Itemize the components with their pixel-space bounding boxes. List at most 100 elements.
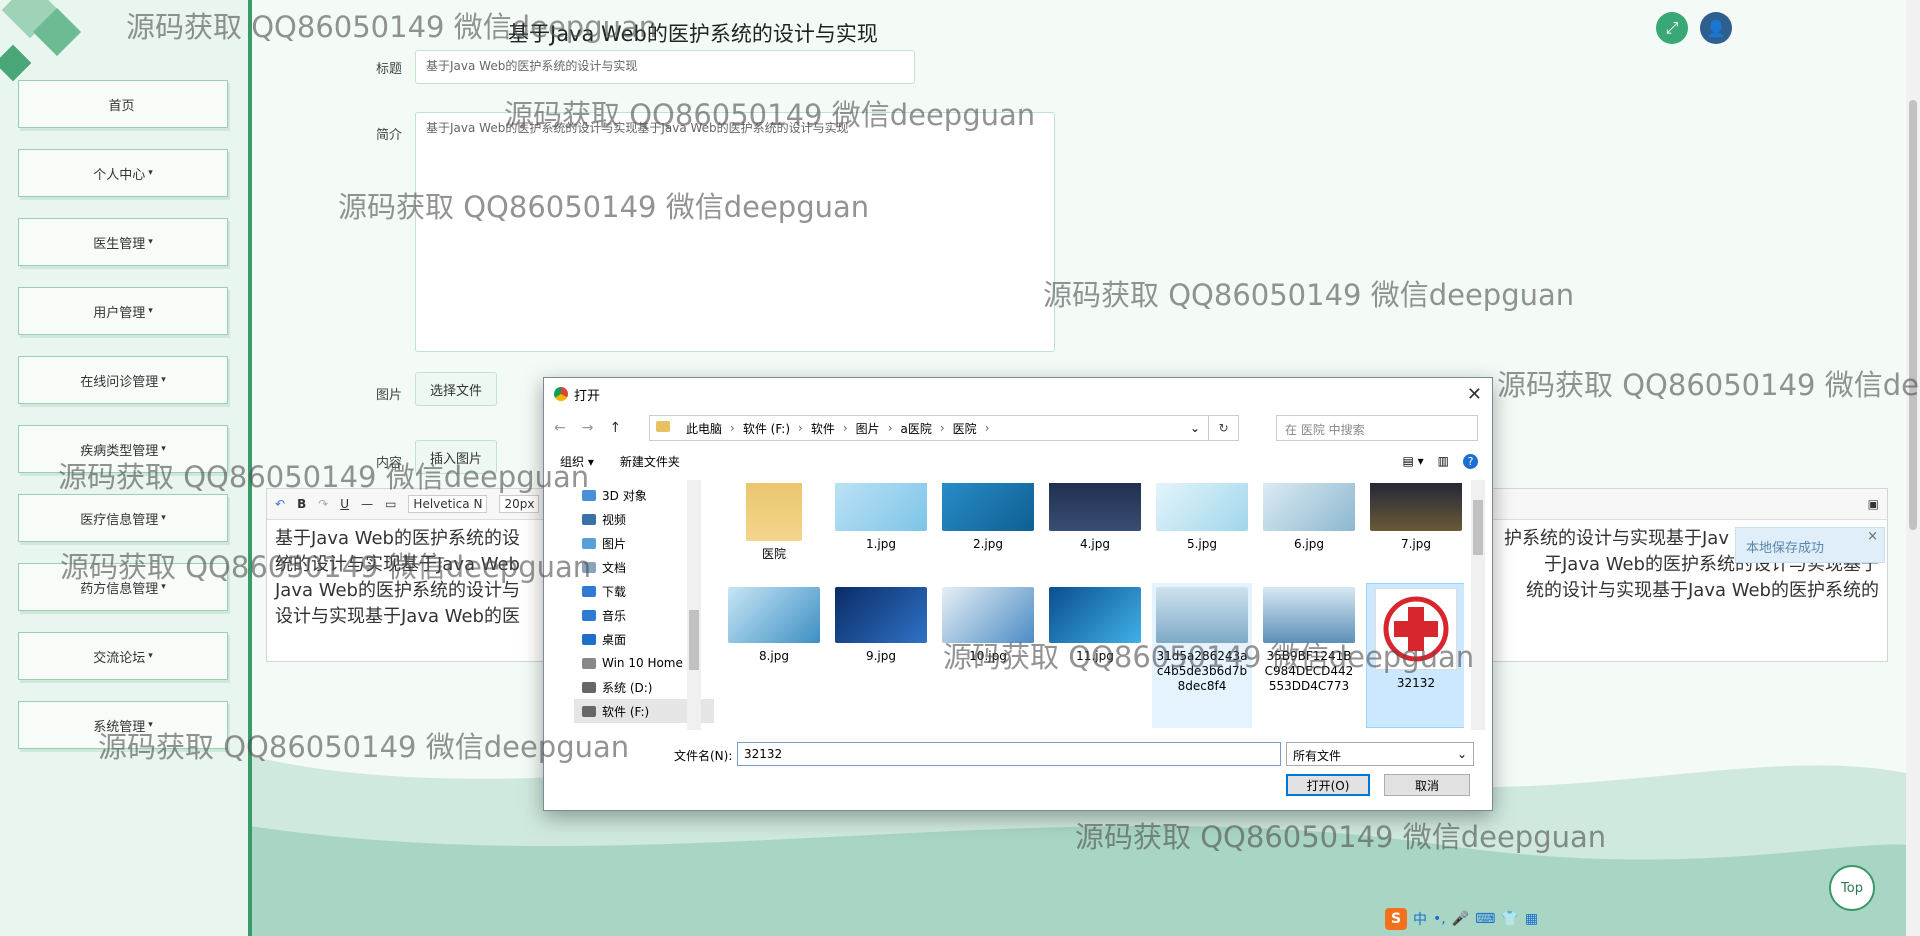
breadcrumb-item[interactable]: 软件 [811,420,835,437]
sidebar-item-label: 药方信息管理 [80,581,159,597]
file-item[interactable]: 8.jpg [724,583,824,728]
file-item[interactable]: 31d5a286243ac4b5de3b6d7b8dec8f4 [1152,583,1252,728]
back-icon[interactable]: ← [554,420,566,436]
sidebar-item[interactable]: 医疗信息管理 ▾ [18,494,228,542]
breadcrumb-item[interactable]: 此电脑 [686,420,722,437]
file-name: 5.jpg [1186,537,1218,551]
file-name: 32132 [1396,676,1436,690]
file-item[interactable]: 6.jpg [1259,483,1359,575]
files-scrollbar[interactable] [1471,480,1485,730]
file-item[interactable]: 9.jpg [831,583,931,728]
file-item[interactable]: 10.jpg [938,583,1038,728]
file-item[interactable]: 35B9BF1241BC984DECD442553DD4C773 [1259,583,1359,728]
sogou-icon[interactable]: S [1385,908,1407,930]
new-folder-button[interactable]: 新建文件夹 [620,453,680,470]
organize-menu[interactable]: 组织 ▾ [560,453,594,470]
mic-icon[interactable]: 🎤 [1452,911,1469,927]
intro-textarea[interactable]: 基于Java Web的医护系统的设计与实现基于Java Web的医护系统的设计与… [415,112,1055,352]
editor-line: 统的设计与实现基于Java Web的医护系统的 [1526,580,1879,601]
file-item[interactable]: 11.jpg [1045,583,1145,728]
breadcrumb-separator-icon[interactable]: › [888,421,893,435]
ime-toolbar[interactable]: S 中 •, 🎤 ⌨ 👕 ▦ [1385,906,1538,932]
punctuation-icon[interactable]: •, [1433,911,1446,927]
preview-pane-icon[interactable]: ▥ [1438,454,1449,469]
file-item[interactable]: 2.jpg [938,483,1038,575]
insert-image-button[interactable]: 插入图片 [415,440,497,474]
folder-item[interactable]: 医院 [724,483,824,575]
sidebar-item[interactable]: 药方信息管理 ▾ [18,563,228,611]
undo-icon[interactable]: ↶ [275,497,285,511]
sidebar-item[interactable]: 系统管理 ▾ [18,701,228,749]
breadcrumb-separator-icon[interactable]: › [843,421,848,435]
sidebar-item[interactable]: 交流论坛 ▾ [18,632,228,680]
breadcrumb-separator-icon[interactable]: › [985,421,990,435]
toast-text: 本地保存成功 [1746,541,1825,556]
file-item[interactable]: 5.jpg [1152,483,1252,575]
breadcrumb-item[interactable]: a医院 [901,420,932,437]
breadcrumb-item[interactable]: 图片 [856,420,880,437]
image-thumbnail [1370,483,1462,531]
image-thumbnail [1049,587,1141,643]
cancel-button[interactable]: 取消 [1384,774,1470,796]
file-name: 11.jpg [1076,649,1114,663]
search-input[interactable]: 在 医院 中搜索 [1276,415,1478,441]
format-icon[interactable]: ▭ [385,497,396,511]
font-select[interactable]: Helvetica N [408,495,488,513]
sidebar-item[interactable]: 在线问诊管理 ▾ [18,356,228,404]
breadcrumb-separator-icon[interactable]: › [730,421,735,435]
image-label: 图片 [376,388,403,403]
fullscreen-icon[interactable]: ⤢ [1656,12,1688,44]
file-grid: 医院 1.jpg 2.jpg 4.jpg 5.jpg 6.jpg 7.jpg 8.jpg 9.j… [724,483,1464,728]
folder-icon [582,705,596,717]
breadcrumb-item[interactable]: 医院 [953,420,977,437]
underline-icon[interactable]: U [340,497,349,511]
address-bar[interactable]: 此电脑 › 软件 (F:) › 软件 › 图片 › a医院 › 医院 › ⌄ [649,415,1209,441]
help-icon[interactable]: ? [1463,453,1478,469]
bold-icon[interactable]: B [297,497,306,511]
sidebar-item[interactable]: 首页 [18,80,228,128]
filename-input[interactable]: 32132 [737,742,1281,766]
file-item[interactable]: 7.jpg [1366,483,1464,575]
breadcrumb-separator-icon[interactable]: › [940,421,945,435]
caret-down-icon: ▾ [148,237,153,247]
source-icon[interactable]: ▣ [1868,497,1879,511]
breadcrumb-separator-icon[interactable]: › [798,421,803,435]
sidebar-item[interactable]: 用户管理 ▾ [18,287,228,335]
address-dropdown-icon[interactable]: ⌄ [1190,421,1200,435]
up-icon[interactable]: ↑ [609,420,621,436]
breadcrumb-item[interactable]: 软件 (F:) [743,420,790,437]
watermark: 源码获取 QQ86050149 微信deepguan [1497,368,1920,402]
choose-file-button[interactable]: 选择文件 [415,372,497,406]
file-item[interactable]: 32132 [1366,583,1464,728]
view-options-icon[interactable]: ▤ ▾ [1402,454,1423,469]
title-input[interactable]: 基于Java Web的医护系统的设计与实现 [415,50,915,84]
filetype-select[interactable]: 所有文件 ⌄ [1286,742,1474,766]
sidebar-item[interactable]: 医生管理 ▾ [18,218,228,266]
image-thumbnail [835,483,927,531]
filetype-value: 所有文件 [1293,749,1342,763]
ime-mode[interactable]: 中 [1413,909,1427,929]
image-thumbnail [835,587,927,643]
skin-icon[interactable]: 👕 [1501,911,1518,927]
sidebar-item[interactable]: 疾病类型管理 ▾ [18,425,228,473]
toast-close-icon[interactable]: × [1867,529,1878,544]
toolbox-icon[interactable]: ▦ [1525,911,1538,927]
file-item[interactable]: 1.jpg [831,483,931,575]
redo-icon[interactable]: ↷ [318,497,328,511]
strike-icon[interactable]: — [361,497,373,511]
forward-icon[interactable]: → [582,420,594,436]
user-avatar-icon[interactable]: 👤 [1700,12,1732,44]
keyboard-icon[interactable]: ⌨ [1475,911,1495,927]
tree-item-label: 系统 (D:) [602,680,653,695]
tree-scrollbar[interactable] [687,480,701,730]
file-item[interactable]: 4.jpg [1045,483,1145,575]
tree-item-label: Win 10 Home › [602,656,692,670]
page-scrollbar[interactable] [1906,0,1920,936]
refresh-icon[interactable]: ↻ [1209,415,1239,441]
open-button[interactable]: 打开(O) [1286,774,1370,796]
close-icon[interactable]: ✕ [1467,384,1482,405]
sidebar-item[interactable]: 个人中心 ▾ [18,149,228,197]
image-thumbnail [1049,483,1141,531]
back-to-top-button[interactable]: Top [1829,865,1875,911]
size-select[interactable]: 20px [499,495,540,513]
